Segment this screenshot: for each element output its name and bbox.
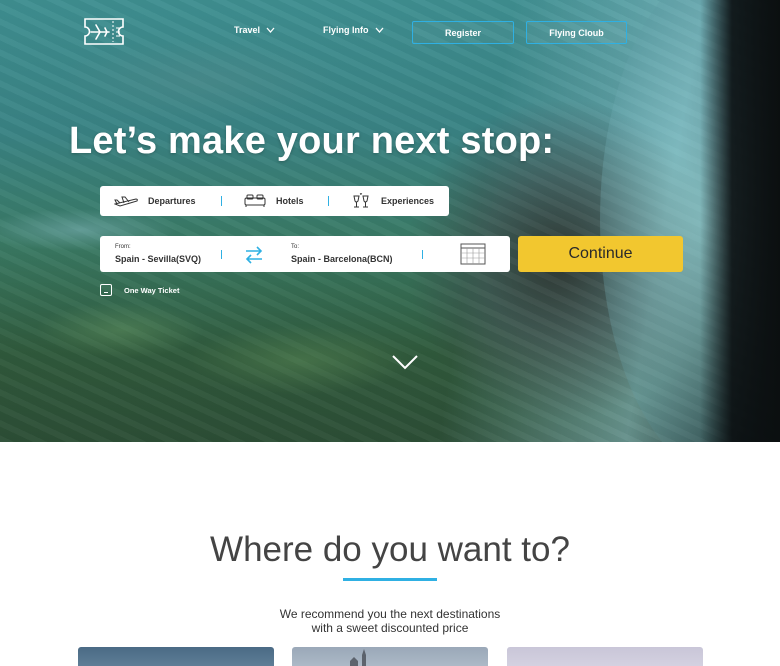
field-divider	[221, 250, 222, 259]
to-field[interactable]: To: Spain - Barcelona(BCN)	[276, 236, 416, 272]
tab-departures[interactable]: Departures	[114, 186, 196, 216]
destinations-subtitle: We recommend you the next destinations w…	[0, 607, 780, 635]
bed-icon	[244, 194, 266, 207]
booking-type-tabs: Departures Hotels Experiences	[100, 186, 449, 216]
field-divider	[422, 250, 423, 259]
tab-departures-label: Departures	[148, 196, 196, 206]
destination-card[interactable]	[507, 647, 703, 666]
tab-divider	[328, 196, 329, 206]
register-button[interactable]: Register	[412, 21, 514, 44]
to-label: To:	[291, 244, 300, 250]
one-way-ticket-toggle[interactable]: One Way Ticket	[100, 284, 179, 296]
chevron-down-icon	[266, 27, 275, 33]
chevron-down-icon	[375, 27, 383, 33]
destination-card[interactable]	[292, 647, 488, 666]
tab-hotels-label: Hotels	[276, 196, 304, 206]
tab-hotels[interactable]: Hotels	[244, 186, 304, 216]
hero-section: Travel Flying Info Register Flying Cloub…	[0, 0, 780, 442]
from-label: From:	[115, 244, 131, 250]
castle-image	[350, 649, 366, 666]
subtitle-line-2: with a sweet discounted price	[311, 621, 469, 635]
hero-background-window-frame	[700, 0, 780, 442]
from-value: Spain - Sevilla(SVQ)	[115, 254, 202, 264]
to-value: Spain - Barcelona(BCN)	[291, 254, 393, 264]
destination-card[interactable]	[78, 647, 274, 666]
one-way-label: One Way Ticket	[124, 285, 180, 295]
flying-club-button[interactable]: Flying Cloub	[526, 21, 627, 44]
tab-divider	[221, 196, 222, 206]
airplane-icon	[114, 196, 138, 207]
destinations-title: Where do you want to?	[210, 530, 570, 569]
glasses-toast-icon	[353, 193, 369, 208]
ticket-plane-icon[interactable]	[83, 17, 125, 46]
title-underline	[343, 578, 437, 581]
hero-headline: Let’s make your next stop:	[69, 120, 555, 162]
from-field[interactable]: From: Spain - Sevilla(SVQ)	[100, 236, 240, 272]
one-way-checkbox[interactable]	[100, 284, 112, 296]
nav-travel-dropdown[interactable]: Travel	[234, 25, 275, 35]
nav-flying-info-dropdown[interactable]: Flying Info	[323, 25, 384, 35]
tab-experiences[interactable]: Experiences	[351, 186, 434, 216]
nav-flying-info-label: Flying Info	[323, 25, 369, 35]
chevron-down-icon[interactable]	[391, 354, 419, 370]
nav-travel-label: Travel	[234, 25, 261, 35]
calendar-icon[interactable]	[460, 243, 486, 265]
subtitle-line-1: We recommend you the next destinations	[279, 607, 501, 621]
swap-arrows-icon[interactable]	[244, 245, 264, 265]
continue-button[interactable]: Continue	[518, 236, 683, 272]
flight-search-bar: From: Spain - Sevilla(SVQ) To: Spain - B…	[100, 236, 510, 272]
tab-experiences-label: Experiences	[381, 196, 435, 206]
